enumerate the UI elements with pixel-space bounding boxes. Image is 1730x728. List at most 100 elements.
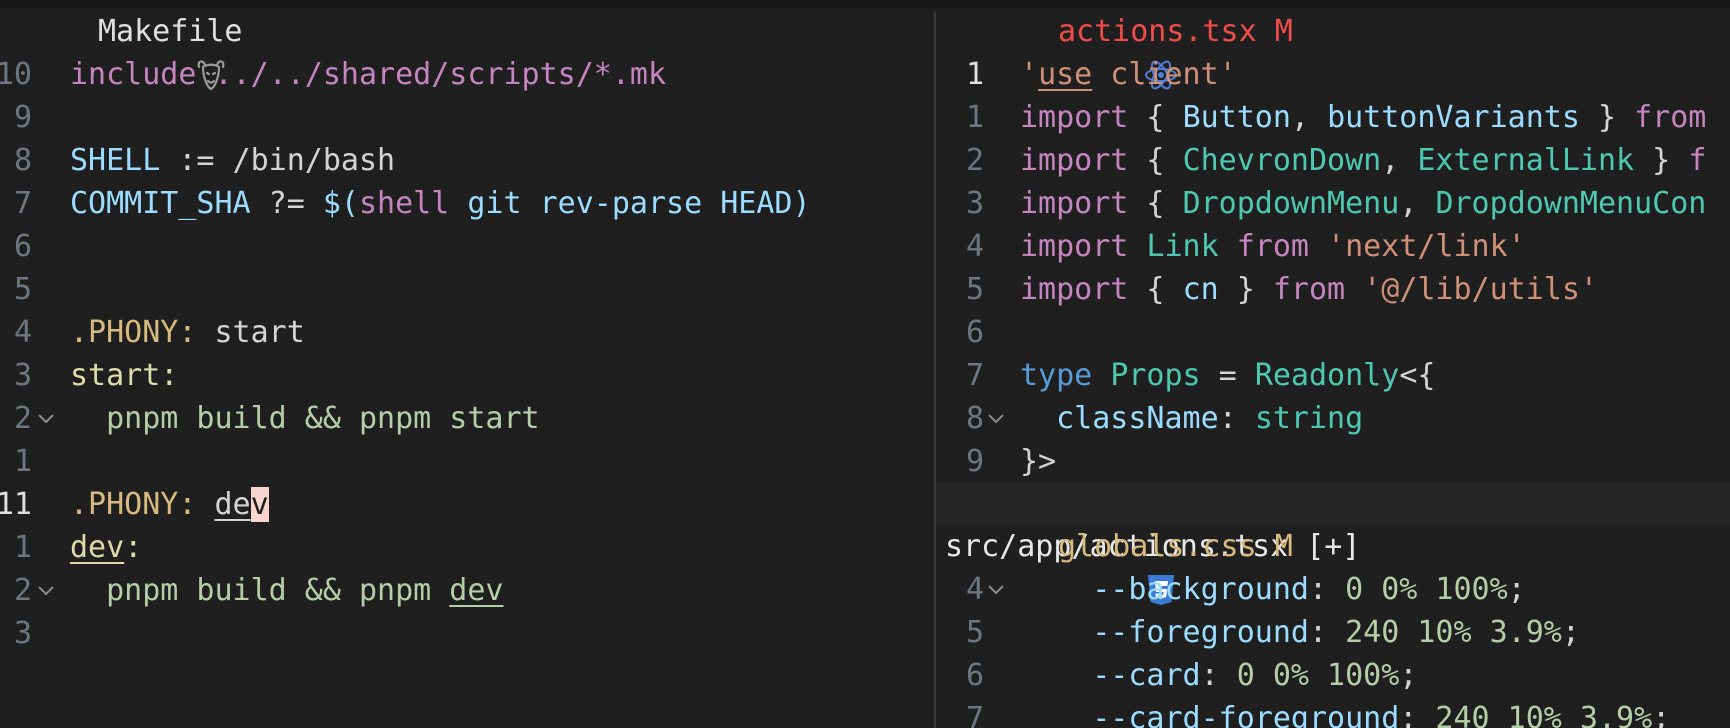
code-line[interactable]: 3 import { DropdownMenu, DropdownMenuCon	[936, 182, 1730, 225]
tab-makefile-label: Makefile	[98, 14, 243, 49]
code-line[interactable]: 3	[0, 612, 926, 655]
code-line[interactable]: 1	[0, 440, 926, 483]
code-line[interactable]: 9 }>	[936, 440, 1730, 483]
code-token: use	[1038, 57, 1093, 92]
code-text[interactable]: COMMIT_SHA ?= $(shell git rev-parse HEAD…	[70, 182, 811, 225]
code-token: }	[1634, 143, 1689, 178]
line-number: 5	[13, 272, 32, 307]
line-number: 7	[965, 358, 984, 393]
code-token: from	[1634, 100, 1707, 135]
code-text[interactable]: import Link from 'next/link'	[1020, 225, 1526, 268]
code-text[interactable]: .PHONY: dev	[70, 483, 269, 526]
line-number: 1	[13, 444, 32, 479]
code-line[interactable]: 2 pnpm build && pnpm dev	[0, 569, 926, 612]
line-number: 4	[965, 229, 984, 264]
line-number: 9	[965, 444, 984, 479]
code-token: :	[1308, 615, 1346, 650]
line-number: 6	[965, 315, 984, 350]
code-text[interactable]: pnpm build && pnpm dev	[70, 569, 503, 612]
actions-winbar[interactable]: actions.tsx M	[936, 10, 1730, 90]
code-text[interactable]: 'use client'	[1020, 53, 1237, 96]
code-text[interactable]: dev:	[70, 526, 142, 569]
code-token: import	[1020, 229, 1129, 264]
code-token: .PHONY:	[70, 487, 197, 522]
code-token: --foreground	[1020, 615, 1309, 650]
code-token: dev	[449, 573, 504, 608]
code-line[interactable]: 4 import Link from 'next/link'	[936, 225, 1730, 268]
code-text[interactable]: pnpm build && pnpm start	[70, 397, 540, 440]
left-editor-pane[interactable]: Makefile 10 include ../../shared/scripts/…	[0, 8, 926, 728]
code-token: ;	[1561, 615, 1580, 650]
code-token: cn	[1182, 272, 1219, 307]
code-text[interactable]: --foreground: 240 10% 3.9%;	[1020, 611, 1580, 654]
code-line[interactable]: 4 .PHONY: start	[0, 311, 926, 354]
code-token: }	[1579, 100, 1635, 135]
code-text[interactable]: type Props = Readonly<{	[1020, 354, 1435, 397]
code-line[interactable]: 5 import { cn } from '@/lib/utils'	[936, 268, 1730, 311]
code-line[interactable]: 5	[0, 268, 926, 311]
code-text[interactable]: SHELL := /bin/bash	[70, 139, 395, 182]
code-text[interactable]: import { ChevronDown, ExternalLink } f	[1020, 139, 1706, 182]
line-number: 5	[965, 272, 984, 307]
code-line[interactable]: 7 --card-foreground: 240 10% 3.9%;	[936, 697, 1730, 728]
code-line[interactable]: 8 className: string	[936, 397, 1730, 440]
code-line[interactable]: 10 include ../../shared/scripts/*.mk	[0, 53, 926, 96]
code-token: }	[1218, 272, 1273, 307]
globals-winbar[interactable]: globals.css M	[936, 525, 1730, 605]
code-token: import	[1020, 100, 1129, 135]
code-line[interactable]: 6	[936, 311, 1730, 354]
code-token: DropdownMenu	[1182, 186, 1400, 221]
code-text[interactable]: import { cn } from '@/lib/utils'	[1020, 268, 1598, 311]
code-token: type	[1020, 358, 1093, 393]
text-cursor: v	[250, 487, 269, 522]
code-token: pnpm build && pnpm	[70, 573, 450, 608]
code-token: Button	[1182, 100, 1291, 135]
code-token: {	[1128, 100, 1183, 135]
line-number: 5	[965, 615, 984, 650]
code-token: shell	[359, 186, 450, 221]
code-text[interactable]: start:	[70, 354, 178, 397]
makefile-winbar[interactable]: Makefile	[0, 10, 926, 91]
line-number: 6	[965, 658, 984, 693]
right-editor-pane[interactable]: actions.tsx M 1 'use client' 1 import { But…	[936, 8, 1730, 728]
code-token: COMMIT_SHA	[70, 186, 251, 221]
code-line[interactable]: 9	[0, 96, 926, 139]
code-text[interactable]: }>	[1020, 440, 1056, 483]
code-line[interactable]: 7 COMMIT_SHA ?= $(shell git rev-parse HEA…	[0, 182, 926, 225]
code-token: ;	[1507, 572, 1526, 607]
gnu-icon	[48, 14, 224, 91]
line-number: 8	[13, 143, 32, 178]
code-line[interactable]: 11 .PHONY: dev	[0, 483, 926, 526]
code-text[interactable]: --background: 0 0% 100%;	[1020, 568, 1526, 611]
code-line[interactable]: 2 import { ChevronDown, ExternalLink } f	[936, 139, 1730, 182]
code-line[interactable]: 1 import { Button, buttonVariants } from	[936, 96, 1730, 139]
code-token: '	[1020, 57, 1039, 92]
code-text[interactable]: --card-foreground: 240 10% 3.9%;	[1020, 697, 1670, 728]
code-text[interactable]: import { Button, buttonVariants } from	[1020, 96, 1706, 139]
code-text[interactable]: include ../../shared/scripts/*.mk	[70, 53, 666, 96]
code-text[interactable]: import { DropdownMenu, DropdownMenuCon	[1020, 182, 1706, 225]
code-token: include ../../shared/scripts/*.mk	[70, 57, 667, 92]
code-line[interactable]: 1 'use client'	[936, 53, 1730, 96]
code-text[interactable]: --card: 0 0% 100%;	[1020, 654, 1417, 697]
line-number: 4	[965, 572, 984, 607]
code-line[interactable]: 3 start:	[0, 354, 926, 397]
code-text[interactable]: .PHONY: start	[70, 311, 305, 354]
line-number: 1	[965, 100, 984, 135]
line-number: 10	[0, 57, 32, 92]
code-line[interactable]: 6 --card: 0 0% 100%;	[936, 654, 1730, 697]
code-line[interactable]: 4 --background: 0 0% 100%;	[936, 568, 1730, 611]
code-line[interactable]: 8 SHELL := /bin/bash	[0, 139, 926, 182]
code-line[interactable]: 7 type Props = Readonly<{	[936, 354, 1730, 397]
code-line[interactable]: 6	[0, 225, 926, 268]
code-line[interactable]: 1 dev:	[0, 526, 926, 569]
code-line[interactable]: 2 pnpm build && pnpm start	[0, 397, 926, 440]
code-text[interactable]: className: string	[1020, 397, 1363, 440]
code-token: ExternalLink	[1417, 143, 1635, 178]
code-token: from	[1272, 272, 1346, 307]
line-number: 9	[13, 100, 32, 135]
code-line[interactable]: 5 --foreground: 240 10% 3.9%;	[936, 611, 1730, 654]
